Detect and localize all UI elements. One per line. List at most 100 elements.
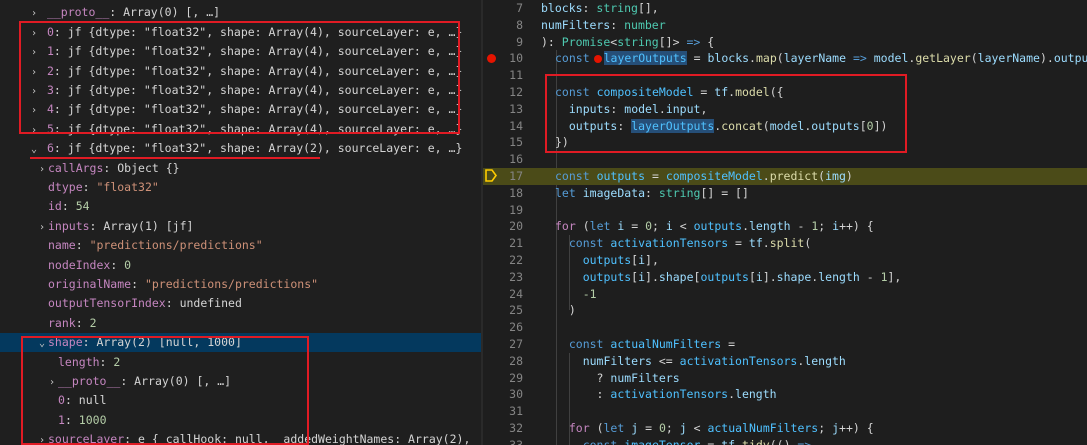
tree-row[interactable]: id: 54 [0,197,481,216]
tree-key: originalName [48,277,132,291]
code-line[interactable]: 26 [483,319,1087,336]
tree-value: 2 [89,316,97,330]
code-editor[interactable]: 7 blocks: string[], 8 numFilters: number 9… [483,0,1087,445]
line-number: 13 [509,101,523,116]
line-number: 26 [509,320,523,335]
line-number: 20 [509,219,523,234]
code-line-current[interactable]: 17 const outputs = compositeModel.predict… [483,168,1087,185]
code-text: const outputs = compositeModel.predict(i… [555,169,853,183]
code-text: const activationTensors = tf.split( [568,236,812,251]
line-number: 15 [509,135,523,150]
tree-row[interactable]: rank: 2 [0,314,481,333]
tree-value: jf {dtype: "float32", shape: Array(2), s… [67,141,463,155]
code-line[interactable]: 19 [483,202,1087,219]
tree-row[interactable]: outputTensorIndex: undefined [0,294,481,313]
line-number: 21 [509,236,523,251]
tree-key: nodeIndex [48,258,111,272]
debug-variables-pane[interactable]: › __proto__: Array(0) [, …] › 0: jf {dty… [0,0,481,445]
code-line[interactable]: 16 [483,151,1087,168]
code-line[interactable]: 21 const activationTensors = tf.split( [483,235,1087,252]
tree-value: Array(0) [, …] [123,5,221,19]
code-text: const actualNumFilters = [568,337,736,351]
code-line[interactable]: 24 -1 [483,286,1087,303]
code-line[interactable]: 29 ? numFilters [483,370,1087,387]
code-text: : activationTensors.length [555,387,777,402]
tree-value: Array(1) [jf] [103,219,194,233]
code-text: const imageTensor = tf.tidy(() => [582,437,812,445]
tree-row[interactable]: originalName: "predictions/predictions" [0,275,481,294]
line-number: 29 [509,370,523,385]
line-number: 11 [509,68,523,83]
code-text: ) [555,303,576,318]
line-number: 17 [509,169,523,183]
tree-row[interactable]: › __proto__: Array(0) [, …] [0,3,481,22]
tree-row[interactable]: › callArgs: Object {} [0,159,481,178]
code-line[interactable]: 20 for (let i = 0; i < outputs.length - 1… [483,218,1087,235]
code-text: numFilters: number [541,17,666,32]
code-line[interactable]: 25 ) [483,302,1087,319]
code-text: for (let j = 0; j < actualNumFilters; j+… [568,421,874,435]
annotation-box-composite-model [545,74,907,153]
code-line[interactable]: 22 outputs[i], [483,252,1087,269]
line-number: 24 [509,286,523,301]
line-number: 12 [509,85,523,99]
line-number: 18 [509,185,523,200]
code-text: -1 [582,286,597,301]
line-number: 33 [509,437,523,445]
code-text: const layerOutputs = blocks.map(layerName… [555,51,1087,66]
tree-key: rank [48,316,76,330]
line-number: 32 [509,421,523,435]
tree-value: "predictions/predictions" [89,238,263,252]
line-number: 28 [509,353,523,368]
line-number: 25 [509,303,523,318]
code-text: outputs[i].shape[outputs[i].shape.length… [582,269,902,284]
tree-row[interactable]: name: "predictions/predictions" [0,236,481,255]
code-text: outputs[i], [582,253,659,267]
tree-row[interactable]: › inputs: Array(1) [jf] [0,217,481,236]
code-line[interactable]: 31 [483,403,1087,420]
code-line[interactable]: 8 numFilters: number [483,17,1087,34]
line-number: 16 [509,152,523,167]
code-line[interactable]: 23 outputs[i].shape[outputs[i].shape.len… [483,269,1087,286]
tree-row[interactable]: nodeIndex: 0 [0,256,481,275]
tree-row[interactable]: dtype: "float32" [0,178,481,197]
code-line[interactable]: 18 let imageData: string[] = [] [483,185,1087,202]
tree-key: outputTensorIndex [48,296,166,310]
code-line[interactable]: 27 const actualNumFilters = [483,336,1087,353]
tree-row-expanded[interactable]: ⌄ 6: jf {dtype: "float32", shape: Array(… [0,139,481,158]
tree-value: 54 [75,199,90,213]
code-text: numFilters <= activationTensors.length [582,353,846,368]
line-number: 10 [509,51,523,66]
tree-value: undefined [179,296,242,310]
chevron-right-icon[interactable]: › [36,160,48,179]
tree-key: callArgs [48,161,104,175]
line-number: 9 [516,34,523,49]
code-line[interactable]: 28 numFilters <= activationTensors.lengt… [483,353,1087,370]
code-line[interactable]: 32 for (let j = 0; j < actualNumFilters;… [483,420,1087,437]
line-number: 23 [509,269,523,284]
line-number: 27 [509,337,523,351]
line-number: 30 [509,387,523,402]
inline-breakpoint-icon[interactable] [593,54,602,63]
tree-key: dtype [48,180,83,194]
code-line[interactable]: 33 const imageTensor = tf.tidy(() => [483,437,1087,445]
chevron-right-icon[interactable]: › [36,218,48,237]
line-number: 14 [509,118,523,133]
annotation-underline-item-6 [30,157,320,159]
code-line[interactable]: 7 blocks: string[], [483,0,1087,17]
tree-key: id [48,199,62,213]
tree-key: inputs [48,219,90,233]
annotation-box-items-0-5 [19,21,460,134]
tree-key: name [48,238,76,252]
tree-value: "float32" [96,180,159,194]
tree-key: 6 [46,141,54,155]
line-number: 7 [516,1,523,15]
code-text: ? numFilters [555,370,680,385]
code-line[interactable]: 9): Promise<string[]> => { [483,34,1087,51]
tree-value: "predictions/predictions" [144,277,319,291]
code-line-breakpoint[interactable]: 10 const layerOutputs = blocks.map(layerNa… [483,50,1087,67]
code-text: let imageData: string[] = [] [555,185,749,200]
code-line[interactable]: 30 : activationTensors.length [483,386,1087,403]
code-text: blocks: string[], [541,1,659,15]
code-text: for (let i = 0; i < outputs.length - 1; … [555,219,874,234]
